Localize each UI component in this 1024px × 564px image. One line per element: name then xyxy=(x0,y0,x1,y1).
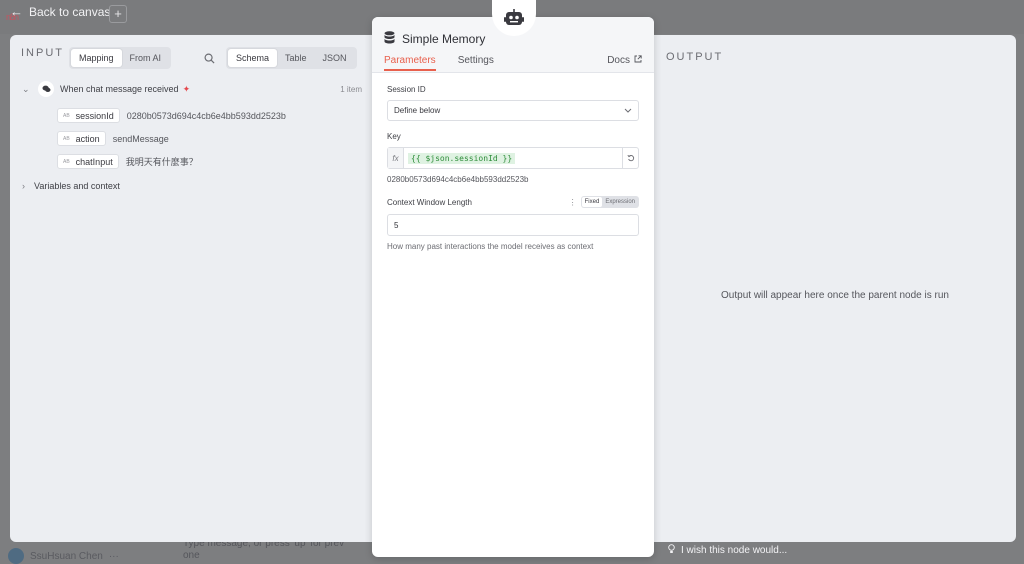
robot-icon xyxy=(504,9,524,25)
field-pill-sessionid[interactable]: AB sessionId xyxy=(57,108,120,123)
schema-field-row: AB chatInput 我明天有什麼事？ xyxy=(57,150,362,173)
variables-context-row[interactable]: › Variables and context xyxy=(22,177,362,195)
context-window-row: Context Window Length ⋮ Fixed Expression xyxy=(387,196,639,208)
tab-from-ai[interactable]: From AI xyxy=(122,49,170,67)
parameters-form: Session ID Define below Key fx {{ $json.… xyxy=(387,85,639,251)
node-title: Simple Memory xyxy=(384,31,485,47)
key-label: Key xyxy=(387,132,401,141)
field-pill-chatinput[interactable]: AB chatInput xyxy=(57,154,119,169)
tab-parameters[interactable]: Parameters xyxy=(384,55,436,71)
chat-bubble-icon xyxy=(38,81,54,97)
context-window-label: Context Window Length xyxy=(387,197,472,207)
docs-label: Docs xyxy=(607,55,630,66)
user-name: SsuHsuan Chen xyxy=(30,550,103,562)
back-to-canvas-button[interactable]: ← Back to canvas xyxy=(10,4,110,19)
node-name[interactable]: Simple Memory xyxy=(402,32,485,46)
session-id-label: Session ID xyxy=(387,85,426,94)
field-key: sessionId xyxy=(75,110,114,121)
field-value: sendMessage xyxy=(112,133,169,144)
context-window-input[interactable]: 5 xyxy=(387,214,639,236)
user-menu[interactable]: SsuHsuan Chen ··· xyxy=(8,548,119,564)
feedback-text: I wish this node would... xyxy=(681,545,788,556)
string-type-icon: AB xyxy=(63,135,70,142)
string-type-icon: AB xyxy=(63,112,70,119)
toggle-fixed[interactable]: Fixed xyxy=(581,197,603,207)
reset-icon[interactable] xyxy=(622,148,638,168)
trigger-bolt-icon: ✦ xyxy=(182,83,191,94)
tab-table[interactable]: Table xyxy=(277,49,315,67)
feedback-link[interactable]: I wish this node would... xyxy=(668,544,787,557)
input-panel: INPUT Mapping From AI Schema Table JSON … xyxy=(10,35,372,542)
key-expression-field[interactable]: fx {{ $json.sessionId }} xyxy=(387,147,639,169)
toggle-expression[interactable]: Expression xyxy=(602,197,638,207)
arrow-left-icon: ← xyxy=(10,4,23,19)
lightbulb-icon xyxy=(668,544,675,557)
field-key: chatInput xyxy=(75,156,113,167)
input-view-switch: Schema Table JSON xyxy=(226,47,357,69)
input-mode-switch: Mapping From AI xyxy=(69,47,172,69)
key-expression-result: 0280b0573d694c4cb6e4bb593dd2523b xyxy=(387,175,529,184)
chevron-right-icon: › xyxy=(22,181,25,191)
field-key: action xyxy=(75,133,100,144)
context-window-hint: How many past interactions the model rec… xyxy=(387,242,594,251)
schema-tree: ⌄ When chat message received ✦ 1 item AB… xyxy=(22,80,362,195)
fx-icon: fx xyxy=(388,148,404,168)
tab-settings[interactable]: Settings xyxy=(458,55,494,71)
search-icon[interactable] xyxy=(204,51,215,69)
database-icon xyxy=(384,31,395,47)
output-title: OUTPUT xyxy=(666,51,724,63)
chevron-down-icon xyxy=(624,106,632,115)
string-type-icon: AB xyxy=(63,158,70,165)
variables-label: Variables and context xyxy=(34,181,120,191)
parameters-panel: Simple Memory Parameters Settings Docs S… xyxy=(372,17,654,557)
trigger-row[interactable]: ⌄ When chat message received ✦ 1 item xyxy=(22,80,362,98)
schema-field-row: AB action sendMessage xyxy=(57,127,362,150)
schema-field-row: AB sessionId 0280b0573d694c4cb6e4bb593dd… xyxy=(57,104,362,127)
external-link-icon xyxy=(634,55,642,66)
field-pill-action[interactable]: AB action xyxy=(57,131,106,146)
chevron-down-icon: ⌄ xyxy=(22,83,30,94)
output-empty-message: Output will appear here once the parent … xyxy=(721,290,949,301)
key-expression: {{ $json.sessionId }} xyxy=(408,152,516,164)
item-count: 1 item xyxy=(340,84,362,94)
tab-mapping[interactable]: Mapping xyxy=(71,49,122,67)
field-value: 我明天有什麼事？ xyxy=(125,157,198,167)
more-vertical-icon[interactable]: ⋮ xyxy=(569,198,577,207)
fixed-expression-toggle: Fixed Expression xyxy=(580,196,639,208)
more-icon: ··· xyxy=(108,550,119,562)
avatar xyxy=(8,548,24,564)
docs-link[interactable]: Docs xyxy=(607,55,642,66)
input-header: INPUT xyxy=(21,47,64,59)
add-node-button[interactable]: + xyxy=(109,5,127,23)
trigger-name: When chat message received xyxy=(60,84,179,94)
field-value: 0280b0573d694c4cb6e4bb593dd2523b xyxy=(126,110,286,121)
session-id-value: Define below xyxy=(394,106,441,115)
input-title: INPUT xyxy=(21,47,64,59)
node-tabs: Parameters Settings xyxy=(384,55,494,71)
back-label: Back to canvas xyxy=(29,4,111,19)
tab-json[interactable]: JSON xyxy=(315,49,355,67)
tab-schema[interactable]: Schema xyxy=(228,49,278,67)
session-id-select[interactable]: Define below xyxy=(387,100,639,121)
